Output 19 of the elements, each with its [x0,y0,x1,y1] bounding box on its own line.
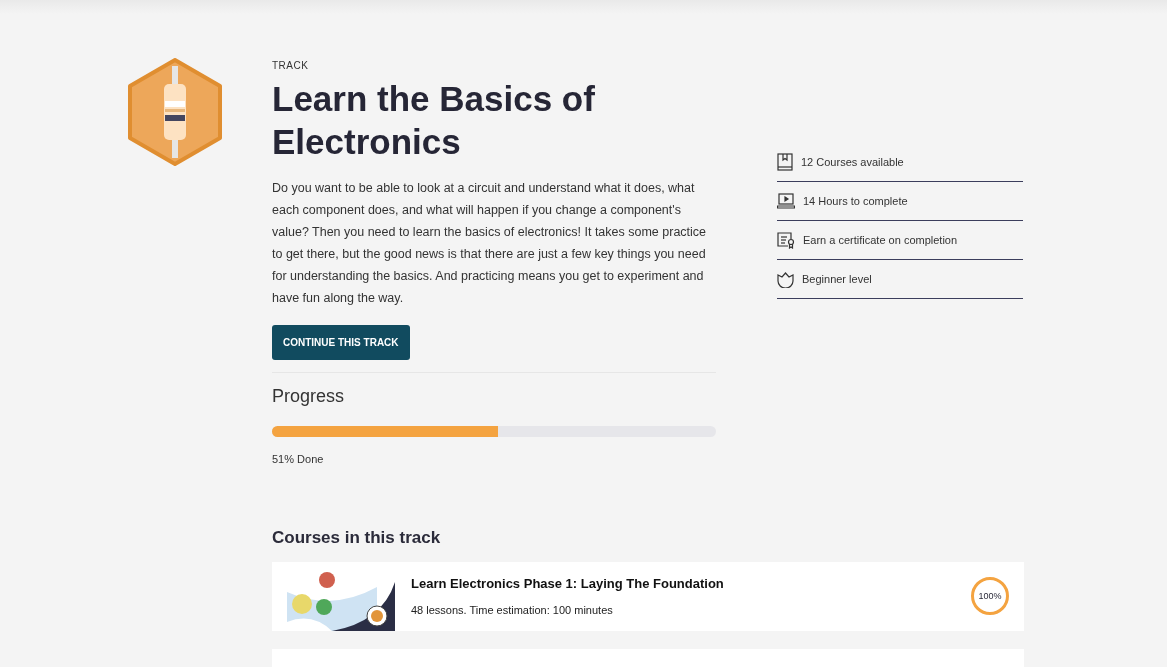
fact-text: Earn a certificate on completion [803,232,958,248]
continue-track-button[interactable]: CONTINUE THIS TRACK [272,325,410,360]
flower-bud-icon [777,270,794,288]
course-title: Learn Electronics Phase 1: Laying The Foundation [411,574,725,593]
certificate-icon [777,231,795,249]
track-title: Learn the Basics of Electronics [272,78,596,163]
fact-text: Beginner level [802,271,872,287]
progress-reading: 51% Done [272,452,325,467]
fact-text: 12 Courses available [801,154,904,170]
progress-heading: Progress [272,385,346,408]
book-icon [777,153,793,171]
resistor-badge-icon [128,58,222,166]
section-label: TRACK [272,59,310,73]
laptop-play-icon [777,193,795,209]
fact-text: 14 Hours to complete [803,193,908,209]
section-heading: Courses in this track [272,527,442,548]
completion-ring: 100% [971,577,1009,616]
track-description: Do you want to be able to look at a circuit and understand what it does, what each component does, and what will happen if you change a component's value? Then you need to learn the basics of electronics! It takes some practice to get there, but the good news is that there are just a few key things you need for understanding the basics. And practicing means you get to experiment and have fun along the way. [272,180,708,307]
course-meta: 48 lessons. Time estimation: 100 minutes [411,603,614,619]
